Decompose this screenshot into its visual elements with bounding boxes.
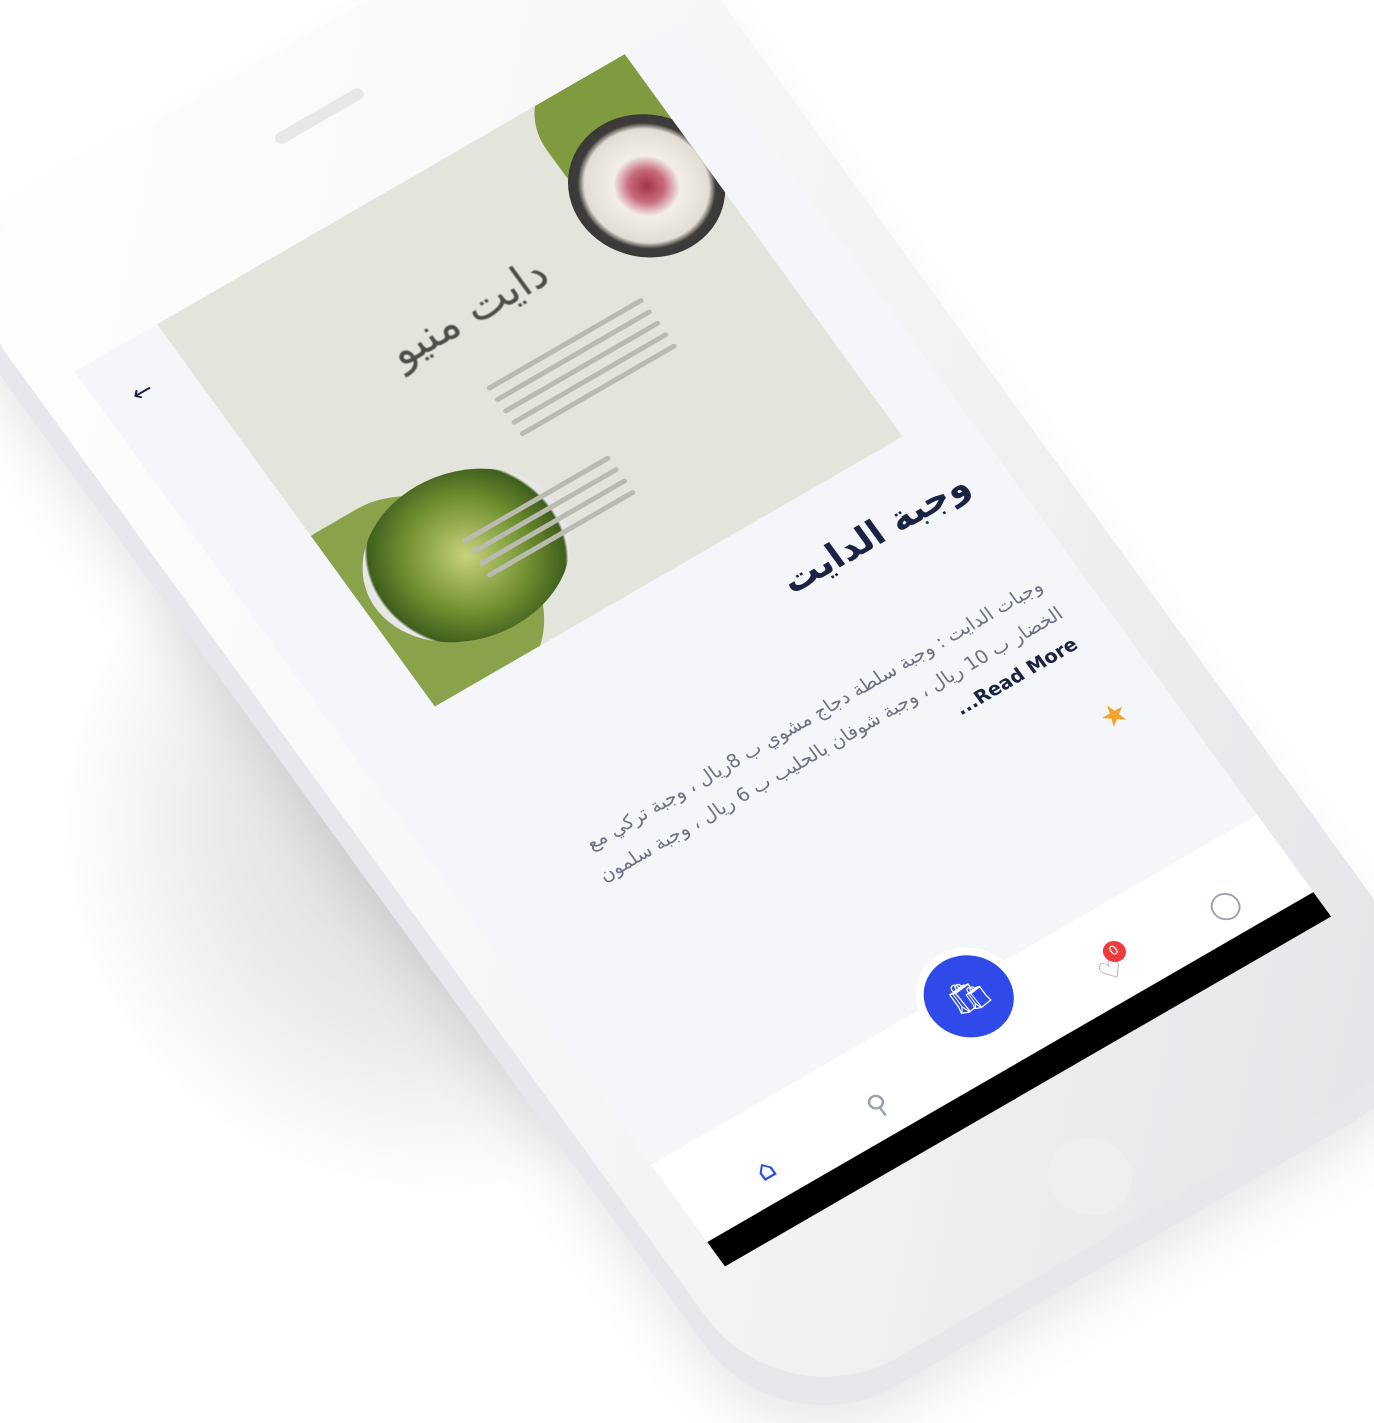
user-icon[interactable]: ◯: [1195, 879, 1253, 932]
shopping-bag-icon: 🛍: [938, 969, 1000, 1024]
meal-description-text: وجبات الدايت : وجبة سلطة دجاج مشوي ب 8ري…: [581, 575, 1068, 887]
home-icon[interactable]: ⌂: [736, 1144, 794, 1197]
favorites-tab[interactable]: ♡ 0: [1083, 937, 1141, 997]
arrow-back-icon: ←: [125, 375, 160, 409]
search-icon[interactable]: ⚲: [849, 1079, 907, 1132]
phone-home-button: [1031, 1124, 1149, 1230]
cart-button[interactable]: 🛍: [906, 939, 1032, 1053]
bottom-tab-bar: ⌂ ⚲ 🛍 ♡ 0 ◯: [651, 814, 1332, 1267]
star-icon[interactable]: ★: [1092, 694, 1136, 736]
phone-speaker: [272, 86, 367, 147]
back-button[interactable]: ←: [120, 372, 164, 411]
meal-description: وجبات الدايت : وجبة سلطة دجاج مشوي ب 8ري…: [563, 570, 1091, 923]
meal-hero-image: دايت منيو: [157, 54, 903, 707]
